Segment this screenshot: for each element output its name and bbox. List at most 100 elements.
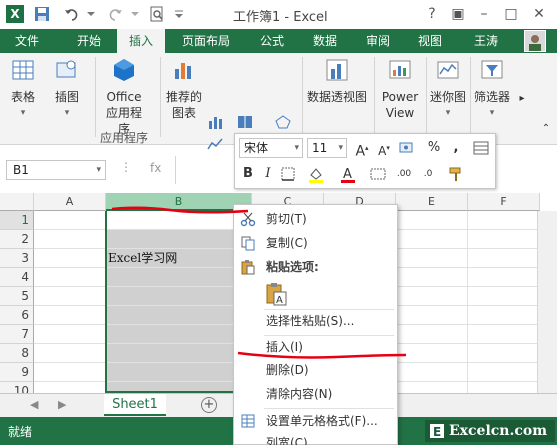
column-header[interactable]: E (396, 193, 468, 211)
close-icon[interactable]: ✕ (528, 4, 550, 24)
grid-cell[interactable] (34, 268, 106, 287)
grid-cell[interactable] (396, 287, 468, 306)
font-size-select[interactable]: 11 ▾ (307, 138, 347, 158)
format-painter-icon[interactable] (447, 165, 465, 183)
font-name-select[interactable]: 宋体 ▾ (239, 138, 303, 158)
column-header[interactable]: F (468, 193, 540, 211)
recommended-charts-button[interactable]: 推荐的 图表 (164, 57, 204, 121)
grid-cell[interactable] (396, 363, 468, 382)
grid-cell[interactable] (34, 306, 106, 325)
row-header[interactable]: 7 (0, 325, 34, 344)
grid-cell[interactable] (468, 363, 540, 382)
sparklines-button[interactable]: 迷你图 ▾ (428, 57, 468, 121)
grid-cell[interactable] (34, 344, 106, 363)
row-header[interactable]: 3 (0, 249, 34, 268)
grid-cell[interactable] (468, 325, 540, 344)
grid-cell[interactable] (34, 249, 106, 268)
paste-clipboard-icon[interactable]: A (264, 281, 288, 307)
formula-bar-more-icon[interactable]: ⋮ (120, 160, 132, 174)
row-header[interactable]: 4 (0, 268, 34, 287)
column-chart-icon[interactable] (207, 115, 223, 129)
tab-home[interactable]: 开始 (63, 29, 115, 53)
row-header[interactable]: 6 (0, 306, 34, 325)
scroll-sheets-left-icon[interactable]: ◀ (30, 398, 38, 411)
tab-formulas[interactable]: 公式 (250, 29, 294, 53)
scroll-sheets-right-icon[interactable]: ▶ (58, 398, 66, 411)
name-box[interactable]: B1 ▾ (6, 160, 106, 180)
redo-dropdown-icon[interactable] (126, 5, 144, 23)
fx-label[interactable]: fx (150, 161, 161, 175)
menu-item-column-width[interactable]: 列宽(C)... (234, 432, 397, 445)
grid-cell[interactable] (396, 230, 468, 249)
table-button[interactable]: 表格 ▾ (6, 57, 40, 121)
pivot-chart-button[interactable]: 数据透视图 (306, 57, 368, 105)
undo-icon[interactable] (63, 5, 81, 23)
grid-cell[interactable] (468, 268, 540, 287)
vertical-scrollbar[interactable] (537, 211, 557, 393)
user-name[interactable]: 王涛 (474, 29, 498, 53)
italic-icon[interactable]: I (259, 165, 277, 183)
radar-chart-icon[interactable] (275, 115, 291, 129)
row-header[interactable]: 9 (0, 363, 34, 382)
menu-item-cut[interactable]: 剪切(T) (234, 208, 397, 230)
percent-style-icon[interactable]: % (425, 139, 443, 157)
menu-item-insert[interactable]: 插入(I) (234, 336, 397, 358)
accounting-format-icon[interactable] (398, 139, 416, 157)
grid-cell[interactable] (468, 287, 540, 306)
decrease-font-icon[interactable]: A▾ (375, 139, 393, 158)
decrease-decimal-icon[interactable]: .0 (419, 165, 437, 183)
grid-cell[interactable] (468, 249, 540, 268)
power-view-button[interactable]: Power View (378, 57, 422, 121)
column-header-selected[interactable]: B (106, 193, 252, 211)
merge-center-icon[interactable] (369, 165, 387, 183)
sheet-tab[interactable]: Sheet1 (104, 394, 166, 416)
help-icon[interactable]: ? (421, 4, 443, 24)
save-icon[interactable] (33, 5, 51, 23)
grid-cell[interactable] (468, 230, 540, 249)
hierarchy-chart-icon[interactable] (237, 115, 253, 129)
grid-cell[interactable] (396, 268, 468, 287)
ribbon-scroll-right-icon[interactable]: ▸ (516, 91, 528, 107)
tab-page-layout[interactable]: 页面布局 (171, 29, 241, 53)
tab-view[interactable]: 视图 (408, 29, 452, 53)
avatar[interactable] (524, 30, 546, 52)
comma-style-icon[interactable]: , (447, 139, 465, 157)
row-header[interactable]: 2 (0, 230, 34, 249)
grid-cell[interactable] (34, 287, 106, 306)
collapse-ribbon-icon[interactable]: ⌃ (540, 121, 552, 137)
redo-icon[interactable] (106, 5, 124, 23)
menu-item-delete[interactable]: 删除(D) (234, 359, 397, 381)
customize-qat-icon[interactable] (170, 5, 188, 23)
grid-cell[interactable] (396, 306, 468, 325)
grid-cell[interactable] (34, 363, 106, 382)
menu-item-copy[interactable]: 复制(C) (234, 232, 397, 254)
illustrations-button[interactable]: 插图 ▾ (50, 57, 84, 121)
undo-dropdown-icon[interactable] (82, 5, 100, 23)
ribbon-display-icon[interactable]: ▣ (447, 4, 469, 24)
filters-button[interactable]: 筛选器 ▾ (472, 57, 512, 121)
format-table-icon[interactable] (472, 139, 490, 157)
row-header[interactable]: 1 (0, 211, 34, 230)
line-chart-icon[interactable] (207, 137, 223, 151)
bold-icon[interactable]: B (239, 165, 257, 183)
grid-cell[interactable] (34, 325, 106, 344)
grid-cell[interactable] (468, 344, 540, 363)
row-header[interactable]: 5 (0, 287, 34, 306)
maximize-icon[interactable]: □ (500, 4, 522, 24)
menu-item-clear-contents[interactable]: 清除内容(N) (234, 383, 397, 405)
tab-data[interactable]: 数据 (303, 29, 347, 53)
grid-cell[interactable] (396, 249, 468, 268)
menu-item-format-cells[interactable]: 设置单元格格式(F)... (234, 410, 397, 432)
add-sheet-icon[interactable]: + (201, 397, 217, 413)
tab-file[interactable]: 文件 (0, 29, 54, 53)
fill-color-icon[interactable] (307, 165, 325, 183)
office-apps-button[interactable]: Office 应用程序 (102, 57, 146, 137)
select-all-corner[interactable] (0, 193, 34, 211)
tab-review[interactable]: 审阅 (356, 29, 400, 53)
minimize-icon[interactable]: – (473, 4, 495, 24)
grid-cell[interactable] (396, 211, 468, 230)
menu-item-paste-special[interactable]: 选择性粘贴(S)... (234, 310, 397, 332)
borders-icon[interactable] (279, 165, 297, 183)
grid-cell[interactable] (34, 230, 106, 249)
row-header[interactable]: 8 (0, 344, 34, 363)
